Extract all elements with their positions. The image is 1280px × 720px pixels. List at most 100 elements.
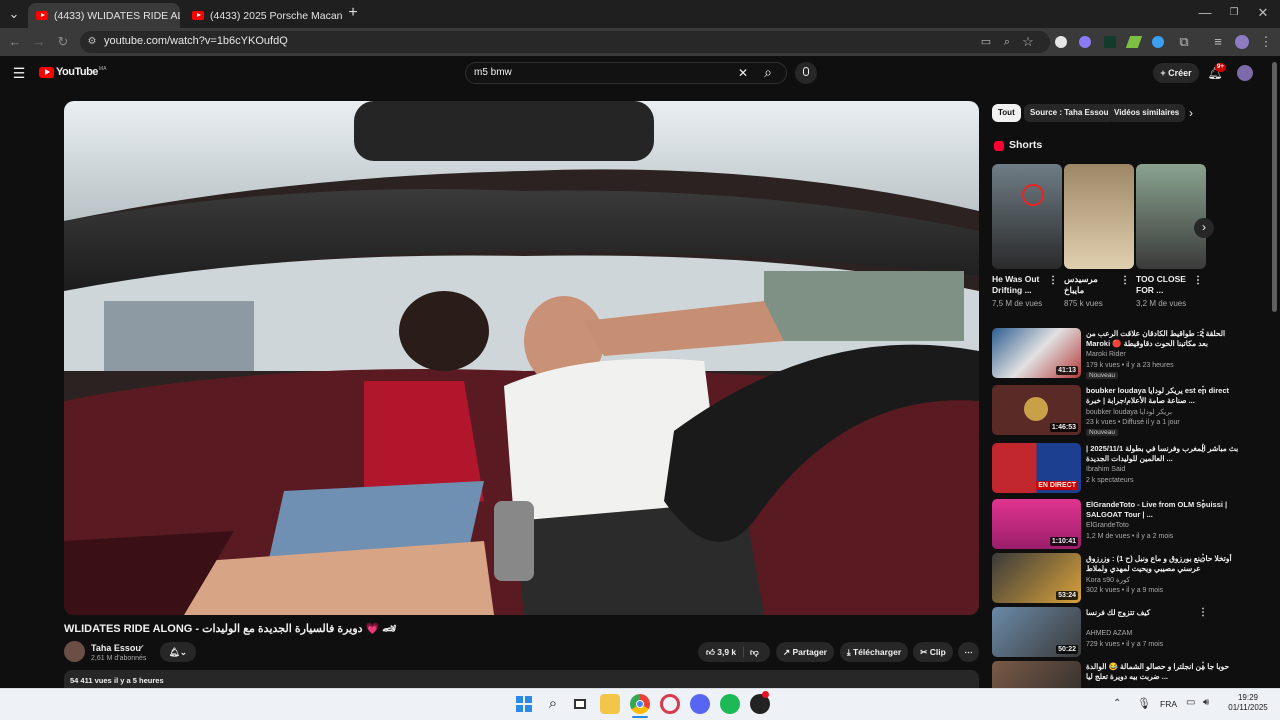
rec-channel[interactable]: AHMED AZAM — [1086, 630, 1132, 637]
browser-menu-icon[interactable]: ⋮ — [1258, 34, 1274, 50]
channel-avatar[interactable] — [64, 641, 85, 662]
task-view-icon[interactable] — [571, 694, 591, 714]
more-icon[interactable]: ⋮ — [1193, 275, 1203, 286]
new-tab-button[interactable]: + — [345, 5, 361, 21]
more-icon[interactable]: ⋮ — [1048, 275, 1058, 286]
tab-active[interactable]: (4433) WLIDATES RIDE ALO 🔈︎ ✕ — [28, 3, 180, 28]
like-icon[interactable]: 👍︎ — [706, 647, 717, 657]
channel-name[interactable]: Taha Essou — [91, 643, 141, 653]
download-button[interactable]: ⤓ Télécharger — [840, 642, 908, 662]
short-title[interactable]: He Was Out Drifting ... — [992, 274, 1044, 296]
more-icon[interactable]: ⋮ — [1198, 328, 1208, 339]
chip-source[interactable]: Source : Taha Essou — [1024, 104, 1115, 122]
rec-title[interactable]: boubker loudaya يريكر لودايا est en dire… — [1086, 386, 1246, 406]
tab-search-chevron-icon[interactable]: ⌄ — [6, 6, 22, 22]
more-icon[interactable]: ⋮ — [1198, 553, 1208, 564]
site-info-icon[interactable]: ⚙︎ — [84, 34, 100, 50]
rec-channel[interactable]: Maroki Rider — [1086, 351, 1126, 358]
extension-icon[interactable] — [1055, 36, 1067, 48]
discord-icon[interactable] — [690, 694, 710, 714]
rec-title[interactable]: بث مباشر المغرب وفرنسا في بطولة 2025/11/… — [1086, 444, 1246, 464]
more-icon[interactable]: ⋮ — [1198, 661, 1208, 672]
more-icon[interactable]: ⋮ — [1198, 385, 1208, 396]
chip-all[interactable]: Tout — [992, 104, 1021, 122]
rec-title[interactable]: كيف تتزوج لك فرنسا — [1086, 608, 1246, 618]
list-item[interactable]: حوبا جا من انجلترا و حصالو الشمالة 😂 الو… — [992, 661, 1262, 688]
more-icon[interactable]: ⋮ — [1120, 275, 1130, 286]
rec-title[interactable]: الحلقة 2: طواقيط الكادقان علاقت الرعب من… — [1086, 329, 1246, 349]
shorts-next-icon[interactable]: › — [1194, 218, 1214, 238]
video-thumbnail[interactable]: 1:10:41 — [992, 499, 1081, 549]
extensions-puzzle-icon[interactable]: ⧉ — [1176, 34, 1192, 50]
search-icon[interactable]: ⌕ — [543, 694, 563, 714]
share-button[interactable]: ↗ Partager — [776, 642, 834, 662]
list-item[interactable]: EN DIRECT بث مباشر المغرب وفرنسا في بطول… — [992, 443, 1262, 495]
clip-button[interactable]: ✂ Clip — [913, 642, 953, 662]
profile-avatar[interactable] — [1235, 35, 1249, 49]
url-text[interactable]: youtube.com/watch?v=1b6cYKOufdQ — [104, 35, 288, 47]
subscribed-bell-button[interactable]: 🔔︎⌄ — [160, 642, 196, 662]
video-thumbnail[interactable]: 41:13 — [992, 328, 1081, 378]
extension-icon[interactable] — [1079, 36, 1091, 48]
list-item[interactable]: 53:24 أوتخلا حادينع بورزوق و ماع ونبل (ح… — [992, 553, 1262, 605]
restore-icon[interactable]: ❐ — [1226, 5, 1242, 21]
chip-similar[interactable]: Vidéos similaires — [1108, 104, 1186, 122]
microphone-icon[interactable]: 🎙︎ — [1137, 697, 1151, 710]
rec-title[interactable]: ElGrandeToto - Live from OLM Souissi | S… — [1086, 500, 1246, 520]
short-thumbnail[interactable] — [1136, 164, 1206, 269]
short-title[interactable]: TOO CLOSE FOR ... — [1136, 274, 1188, 296]
dislike-icon[interactable]: 👎︎ — [750, 642, 759, 662]
video-thumbnail[interactable]: 1:46:53 — [992, 385, 1081, 435]
system-clock[interactable]: 19:29 01/11/2025 — [1222, 693, 1274, 713]
more-icon[interactable]: ⋮ — [1198, 499, 1208, 510]
reload-icon[interactable]: ↻ — [55, 34, 71, 50]
chrome-icon[interactable] — [630, 694, 650, 714]
spotify-icon[interactable] — [720, 694, 740, 714]
zoom-icon[interactable]: ⌕ — [999, 34, 1015, 50]
tray-overflow-icon[interactable]: ⌃ — [1113, 698, 1121, 709]
short-thumbnail[interactable] — [1064, 164, 1134, 269]
scrollbar[interactable] — [1272, 62, 1277, 312]
reading-list-icon[interactable]: ≡ — [1210, 34, 1226, 50]
rec-title[interactable]: أوتخلا حادينع بورزوق و ماع ونبل (ح 1) : … — [1086, 554, 1246, 574]
voice-search-button[interactable] — [795, 62, 817, 84]
search-input[interactable]: m5 bmw — [474, 67, 512, 78]
search-icon[interactable]: ⌕ — [760, 64, 776, 80]
forward-icon[interactable]: → — [31, 34, 47, 50]
close-window-icon[interactable]: ✕ — [1255, 5, 1271, 21]
back-icon[interactable]: ← — [7, 34, 23, 50]
list-item[interactable]: 41:13 الحلقة 2: طواقيط الكادقان علاقت ال… — [992, 328, 1262, 380]
app-icon[interactable] — [660, 694, 680, 714]
more-icon[interactable]: ⋮ — [1198, 443, 1208, 454]
clear-search-icon[interactable]: ✕ — [735, 65, 751, 81]
video-thumbnail[interactable] — [992, 661, 1081, 688]
minimize-icon[interactable]: — — [1197, 5, 1213, 21]
steam-icon[interactable] — [750, 691, 770, 714]
video-player[interactable] — [64, 101, 979, 615]
youtube-logo[interactable]: YouTube MA — [39, 66, 106, 78]
input-language[interactable]: FRA — [1160, 699, 1177, 709]
short-title[interactable]: مرسيدس مايباخ — [1064, 274, 1116, 296]
description-box[interactable]: 54 411 vues il y a 5 heures — [64, 670, 979, 690]
rec-channel[interactable]: Kora s90 كورة — [1086, 576, 1130, 584]
cast-icon[interactable]: ▭ — [978, 34, 994, 50]
rec-title[interactable]: حوبا جا من انجلترا و حصالو الشمالة 😂 الو… — [1086, 662, 1246, 682]
tab-inactive[interactable]: (4433) 2025 Porsche Macan S - ✕ — [184, 3, 342, 28]
hamburger-menu-icon[interactable]: ☰ — [11, 65, 27, 81]
video-thumbnail[interactable]: EN DIRECT — [992, 443, 1081, 493]
like-count[interactable]: 3,9 k — [717, 647, 736, 657]
video-thumbnail[interactable]: 50:22 — [992, 607, 1081, 657]
extension-icon[interactable] — [1104, 36, 1116, 48]
windows-start-icon[interactable] — [514, 694, 534, 714]
list-item[interactable]: 50:22 كيف تتزوج لك فرنسا AHMED AZAM 729 … — [992, 607, 1262, 659]
volume-icon[interactable]: 🔊︎ — [1203, 697, 1209, 708]
rec-channel[interactable]: Ibrahim Said — [1086, 466, 1125, 473]
file-explorer-icon[interactable] — [600, 694, 620, 714]
bookmark-star-icon[interactable]: ☆ — [1020, 34, 1036, 50]
list-item[interactable]: 1:46:53 boubker loudaya يريكر لودايا est… — [992, 385, 1262, 437]
chips-next-icon[interactable]: › — [1189, 106, 1193, 120]
short-thumbnail[interactable] — [992, 164, 1062, 269]
create-button[interactable]: + Créer — [1153, 63, 1199, 83]
video-thumbnail[interactable]: 53:24 — [992, 553, 1081, 603]
rec-channel[interactable]: boubker loudaya بريكر لودايا — [1086, 408, 1172, 416]
